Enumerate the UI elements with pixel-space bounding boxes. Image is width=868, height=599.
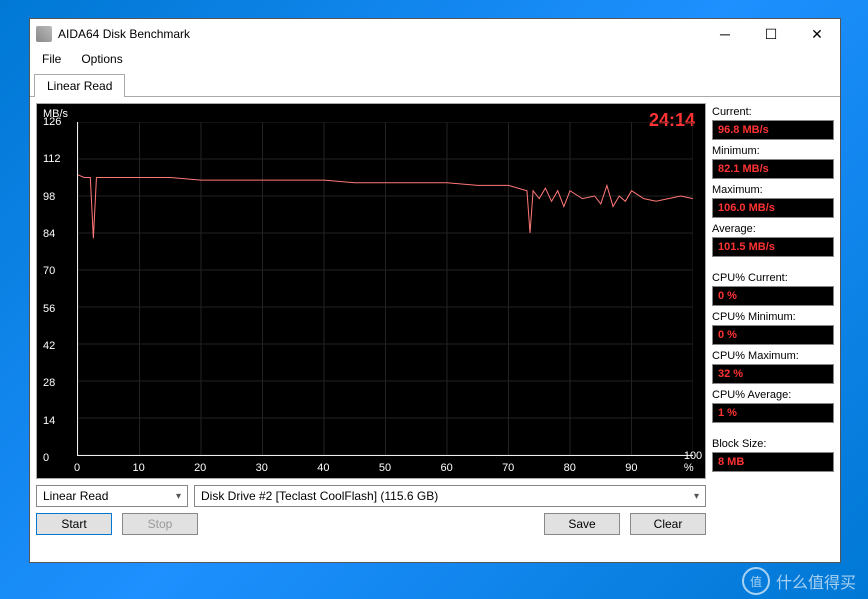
cpu-avg-value: 1 %	[712, 403, 834, 423]
min-label: Minimum:	[712, 145, 834, 157]
cpu-min-value: 0 %	[712, 325, 834, 345]
x-tick: 80	[564, 462, 576, 474]
max-label: Maximum:	[712, 184, 834, 196]
stop-button: Stop	[122, 513, 198, 535]
x-tick: 0	[74, 462, 80, 474]
drive-value: Disk Drive #2 [Teclast CoolFlash] (115.6…	[201, 489, 438, 503]
chevron-down-icon: ▾	[694, 491, 699, 502]
chart: MB/s 24:14 12611298847056422814001020304…	[36, 103, 706, 479]
plot-area	[77, 122, 693, 456]
y-tick: 14	[43, 415, 55, 427]
maximize-button[interactable]: ☐	[748, 19, 794, 49]
y-tick: 70	[43, 265, 55, 277]
y-tick: 98	[43, 191, 55, 203]
y-tick: 56	[43, 303, 55, 315]
cpu-max-value: 32 %	[712, 364, 834, 384]
cpu-cur-label: CPU% Current:	[712, 272, 834, 284]
menubar: File Options	[30, 49, 840, 69]
test-type-select[interactable]: Linear Read ▾	[36, 485, 188, 507]
tab-row: Linear Read	[30, 73, 840, 97]
y-tick: 112	[43, 153, 61, 165]
save-button[interactable]: Save	[544, 513, 620, 535]
x-tick: 100 %	[684, 450, 702, 474]
app-window: AIDA64 Disk Benchmark ─ ☐ ✕ File Options…	[29, 18, 841, 563]
close-button[interactable]: ✕	[794, 19, 840, 49]
block-label: Block Size:	[712, 438, 834, 450]
x-tick: 40	[317, 462, 329, 474]
cpu-avg-label: CPU% Average:	[712, 389, 834, 401]
current-label: Current:	[712, 106, 834, 118]
max-value: 106.0 MB/s	[712, 198, 834, 218]
drive-select[interactable]: Disk Drive #2 [Teclast CoolFlash] (115.6…	[194, 485, 706, 507]
window-title: AIDA64 Disk Benchmark	[58, 27, 702, 41]
x-tick: 60	[440, 462, 452, 474]
test-type-value: Linear Read	[43, 489, 108, 503]
y-tick: 126	[43, 116, 61, 128]
x-tick: 20	[194, 462, 206, 474]
start-button[interactable]: Start	[36, 513, 112, 535]
cpu-cur-value: 0 %	[712, 286, 834, 306]
watermark-text: 什么值得买	[776, 569, 856, 593]
x-tick: 30	[256, 462, 268, 474]
minimize-button[interactable]: ─	[702, 19, 748, 49]
x-tick: 90	[625, 462, 637, 474]
cpu-max-label: CPU% Maximum:	[712, 350, 834, 362]
avg-value: 101.5 MB/s	[712, 237, 834, 257]
y-tick: 28	[43, 377, 55, 389]
tab-linear-read[interactable]: Linear Read	[34, 74, 125, 97]
x-tick: 50	[379, 462, 391, 474]
chevron-down-icon: ▾	[176, 491, 181, 502]
block-value: 8 MB	[712, 452, 834, 472]
y-tick: 84	[43, 228, 55, 240]
menu-file[interactable]: File	[34, 50, 69, 68]
y-tick: 42	[43, 340, 55, 352]
stats-panel: Current: 96.8 MB/s Minimum: 82.1 MB/s Ma…	[712, 103, 834, 556]
x-tick: 70	[502, 462, 514, 474]
current-value: 96.8 MB/s	[712, 120, 834, 140]
clear-button[interactable]: Clear	[630, 513, 706, 535]
menu-options[interactable]: Options	[73, 50, 130, 68]
watermark: 值 什么值得买	[742, 567, 856, 595]
x-tick: 10	[132, 462, 144, 474]
min-value: 82.1 MB/s	[712, 159, 834, 179]
avg-label: Average:	[712, 223, 834, 235]
cpu-min-label: CPU% Minimum:	[712, 311, 834, 323]
titlebar: AIDA64 Disk Benchmark ─ ☐ ✕	[30, 19, 840, 49]
app-icon	[36, 26, 52, 42]
watermark-logo: 值	[742, 567, 770, 595]
y-tick: 0	[43, 452, 49, 464]
